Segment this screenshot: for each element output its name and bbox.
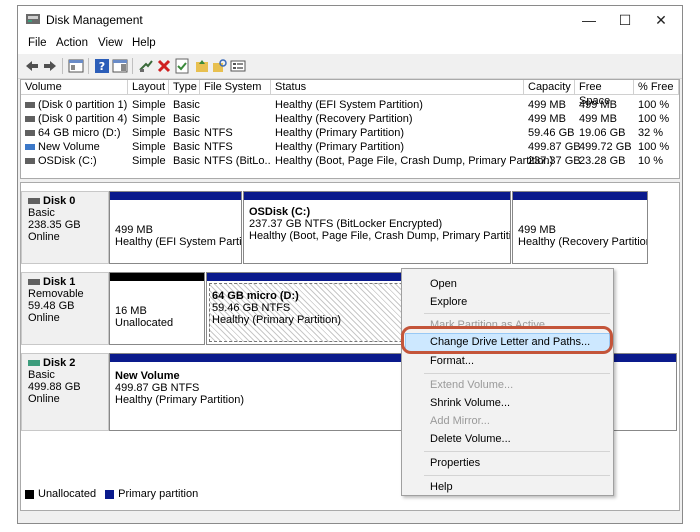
disk-2-label[interactable]: Disk 2 Basic 499.88 GB Online <box>21 353 109 431</box>
menu-item-shrink-volume[interactable]: Shrink Volume... <box>430 397 510 409</box>
volume-list: Volume Layout Type File System Status Ca… <box>20 79 680 179</box>
show-hide-action-pane-icon[interactable] <box>112 58 128 74</box>
toolbar: ? <box>18 54 682 79</box>
menu-view[interactable]: View <box>98 37 123 49</box>
help-icon[interactable]: ? <box>94 58 110 74</box>
column-header-free-space[interactable]: Free Space <box>575 80 634 107</box>
column-header-volume[interactable]: Volume <box>21 80 128 95</box>
primary-partition-swatch <box>105 489 115 499</box>
menu-item-delete-volume[interactable]: Delete Volume... <box>430 433 511 445</box>
disk-management-icon <box>26 14 40 24</box>
delete-icon[interactable] <box>156 58 172 74</box>
column-header-file-system[interactable]: File System <box>200 80 271 95</box>
disk-0-label[interactable]: Disk 0 Basic 238.35 GB Online <box>21 191 109 264</box>
disk-icon <box>28 279 40 286</box>
svg-text:?: ? <box>99 60 105 73</box>
console-tree-icon[interactable] <box>68 58 84 74</box>
connect-icon[interactable] <box>138 58 154 74</box>
maximize-button[interactable]: ☐ <box>610 10 640 30</box>
menu-item-format[interactable]: Format... <box>430 355 474 367</box>
folder-up-icon[interactable] <box>194 58 210 74</box>
search-folder-icon[interactable] <box>212 58 228 74</box>
annotation-ring <box>401 326 613 354</box>
menu-action[interactable]: Action <box>56 37 88 49</box>
minimize-button[interactable]: — <box>574 10 604 30</box>
column-header-status[interactable]: Status <box>271 80 524 95</box>
menu-item-open[interactable]: Open <box>430 278 457 290</box>
disk-icon <box>28 360 40 367</box>
menu-item-add-mirror: Add Mirror... <box>430 415 490 427</box>
volume-icon <box>25 130 35 137</box>
column-header-layout[interactable]: Layout <box>128 80 169 95</box>
menu-file[interactable]: File <box>28 37 47 49</box>
properties-icon[interactable] <box>230 58 246 74</box>
menu-item-help[interactable]: Help <box>430 481 453 493</box>
partition-recovery[interactable]: 499 MB Healthy (Recovery Partition) <box>512 191 648 264</box>
column-header-percent-free[interactable]: % Free <box>634 80 679 95</box>
column-header-capacity[interactable]: Capacity <box>524 80 575 95</box>
legend: Unallocated Primary partition <box>25 487 198 501</box>
close-button[interactable]: ✕ <box>646 10 676 30</box>
partition-osdisk-c[interactable]: OSDisk (C:) 237.37 GB NTFS (BitLocker Enc… <box>243 191 511 264</box>
volume-icon <box>25 116 35 123</box>
forward-arrow-icon[interactable] <box>42 58 58 74</box>
volume-icon <box>25 102 35 109</box>
menu-item-extend-volume: Extend Volume... <box>430 379 514 391</box>
disk-icon <box>28 198 40 205</box>
check-icon[interactable] <box>174 58 190 74</box>
menu-item-properties[interactable]: Properties <box>430 457 480 469</box>
window-title: Disk Management <box>46 13 143 27</box>
column-header-type[interactable]: Type <box>169 80 200 95</box>
menu-help[interactable]: Help <box>132 37 156 49</box>
disk-1-label[interactable]: Disk 1 Removable 59.48 GB Online <box>21 272 109 345</box>
menu-item-explore[interactable]: Explore <box>430 296 467 308</box>
volume-icon <box>25 158 35 165</box>
volume-icon <box>25 144 35 151</box>
back-arrow-icon[interactable] <box>24 58 40 74</box>
partition-efi[interactable]: 499 MBHealthy (EFI System Partition <box>109 191 242 264</box>
title-bar: Disk Management — ☐ ✕ <box>18 6 682 34</box>
menu-bar: File Action View Help <box>18 34 682 54</box>
unallocated-swatch <box>25 489 34 499</box>
context-menu: Open Explore Mark Partition as Active Ch… <box>401 268 614 496</box>
partition-unallocated[interactable]: 16 MB Unallocated <box>109 272 205 345</box>
